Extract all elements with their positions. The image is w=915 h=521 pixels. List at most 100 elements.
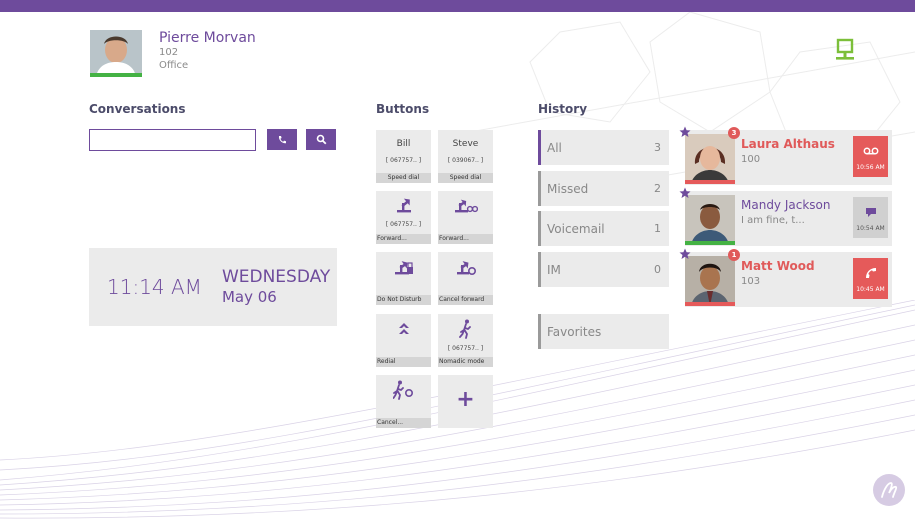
avatar	[90, 30, 142, 77]
contact-photo	[685, 134, 735, 184]
presence-indicator	[685, 241, 735, 245]
cancel-forward-icon-wrap	[438, 259, 493, 277]
contact-name: Matt Wood	[741, 259, 815, 273]
tile-number: [ 067757.. ]	[385, 221, 422, 228]
contact-detail: I am fine, t...	[741, 215, 805, 226]
tile-name: Steve	[452, 139, 479, 149]
forward-voicemail-icon	[454, 199, 478, 213]
history-filter-missed[interactable]: Missed 2	[538, 171, 669, 206]
contact-detail: 100	[741, 154, 761, 165]
history-filter-voicemail[interactable]: Voicemail 1	[538, 211, 669, 246]
entry-time: 10:56 AM	[856, 164, 885, 171]
presence-indicator	[90, 73, 142, 77]
forward-voicemail-button[interactable]: Forward...	[438, 191, 493, 244]
user-name: Pierre Morvan	[159, 30, 256, 46]
chat-icon	[865, 207, 876, 217]
chat-button[interactable]: 10:54 AM	[853, 197, 888, 238]
do-not-disturb-button[interactable]: Do Not Disturb	[376, 252, 431, 305]
person-photo-icon	[685, 134, 735, 184]
voicemail-icon-wrap	[863, 144, 879, 158]
history-entry[interactable]: 3 Laura Althaus 100 10:56 AM	[679, 126, 892, 185]
cancel-forward-icon	[456, 261, 476, 276]
do-not-disturb-icon	[394, 261, 413, 275]
favorite-star-icon[interactable]	[679, 126, 691, 138]
person-photo-icon	[685, 195, 735, 245]
tile-label: Speed dial	[376, 173, 431, 183]
tile-name: Bill	[396, 139, 411, 149]
history-filter-count: 2	[654, 182, 661, 195]
tile-number: [ 067757.. ]	[447, 345, 484, 352]
history-entry[interactable]: Mandy Jackson I am fine, t... 10:54 AM	[679, 187, 892, 246]
user-profile[interactable]: Pierre Morvan 102 Office	[90, 30, 256, 77]
history-title: History	[538, 102, 588, 116]
redial-button[interactable]: Redial	[376, 314, 431, 367]
contact-photo	[685, 195, 735, 245]
speed-dial-bill-button[interactable]: Bill [ 067757.. ] Speed dial	[376, 130, 431, 183]
person-photo-icon	[685, 256, 735, 306]
tile-label: Nomadic mode	[438, 357, 493, 367]
forward-button[interactable]: [ 067757.. ] Forward...	[376, 191, 431, 244]
history-filter-count: 1	[654, 222, 661, 235]
clock-widget: 11:14 AM WEDNESDAY May 06	[89, 248, 337, 326]
redial-icon-wrap	[376, 322, 431, 336]
call-button[interactable]	[267, 129, 297, 150]
search-input[interactable]	[89, 129, 256, 151]
contact-detail: 103	[741, 276, 761, 287]
plus-icon: +	[456, 387, 475, 412]
history-filter-im[interactable]: IM 0	[538, 252, 669, 287]
favorite-star-icon[interactable]	[679, 187, 691, 199]
brand-logo-icon	[881, 482, 898, 498]
entry-time: 10:45 AM	[856, 286, 885, 293]
tile-number: [ 039067.. ]	[447, 157, 484, 164]
call-back-button[interactable]: 10:45 AM	[853, 258, 888, 299]
chat-icon-wrap	[865, 205, 877, 219]
history-filter-count: 0	[654, 263, 661, 276]
cancel-nomadic-button[interactable]: Cancel...	[376, 375, 431, 428]
history-filter-label: All	[547, 140, 562, 155]
search-button[interactable]	[306, 129, 336, 150]
favorites-tab[interactable]: Favorites	[538, 314, 669, 349]
presence-indicator	[685, 180, 735, 184]
conversations-title: Conversations	[89, 102, 186, 116]
presence-indicator	[685, 302, 735, 306]
person-photo-icon	[90, 30, 142, 77]
history-filter-label: Voicemail	[547, 221, 605, 236]
add-button[interactable]: +	[438, 375, 493, 428]
redial-icon	[398, 323, 409, 334]
contact-photo	[685, 256, 735, 306]
tile-label: Redial	[376, 357, 431, 367]
contact-name: Mandy Jackson	[741, 198, 831, 212]
favorites-label: Favorites	[547, 324, 602, 339]
tile-label: Cancel...	[376, 418, 431, 428]
favorite-star-icon[interactable]	[679, 248, 691, 260]
buttons-title: Buttons	[376, 102, 430, 116]
tile-label: Forward...	[438, 234, 493, 244]
clock-day-of-week: WEDNESDAY	[221, 267, 331, 287]
walking-person-icon	[458, 319, 471, 339]
speed-dial-steve-button[interactable]: Steve [ 039067.. ] Speed dial	[438, 130, 493, 183]
user-location: Office	[159, 60, 189, 71]
tile-label: Do Not Disturb	[376, 295, 431, 305]
forward-icon-wrap	[376, 198, 431, 214]
history-entry[interactable]: 1 Matt Wood 103 10:45 AM	[679, 248, 892, 307]
phone-icon	[278, 135, 286, 143]
desk-phone-icon[interactable]	[834, 38, 856, 64]
history-filter-all[interactable]: All 3	[538, 130, 669, 165]
brand-logo	[873, 474, 905, 506]
history-filter-label: Missed	[547, 181, 589, 196]
voicemail-button[interactable]: 10:56 AM	[853, 136, 888, 177]
clock-date: May 06	[221, 288, 277, 306]
clock-date-block: WEDNESDAY May 06	[222, 267, 330, 307]
contact-name: Laura Althaus	[741, 137, 835, 151]
cancel-forward-button[interactable]: Cancel forward	[438, 252, 493, 305]
missed-count-badge: 1	[728, 249, 740, 261]
entry-time: 10:54 AM	[856, 225, 885, 232]
history-filter-label: IM	[547, 262, 561, 277]
tile-label: Cancel forward	[438, 295, 493, 305]
phone-missed-icon	[865, 268, 876, 278]
voicemail-icon	[863, 147, 878, 155]
missed-count-badge: 3	[728, 127, 740, 139]
nomadic-mode-button[interactable]: [ 067757.. ] Nomadic mode	[438, 314, 493, 367]
magnifier-icon	[316, 134, 326, 145]
history-filter-count: 3	[654, 141, 661, 154]
